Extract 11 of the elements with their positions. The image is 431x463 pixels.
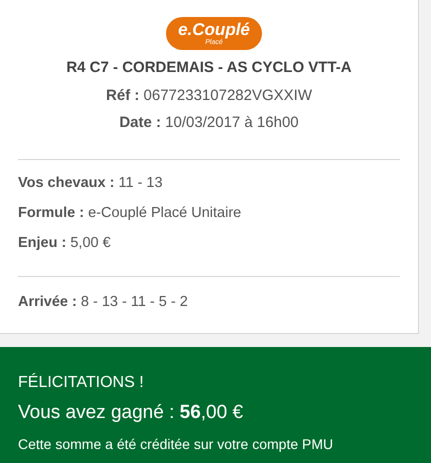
date-text: Date : 10/03/2017 à 16h00 <box>118 113 300 133</box>
reference-text: Réf : 0677233107282VGXXIW <box>105 86 313 106</box>
detail-text: Vos chevaux : 11 - 13 <box>18 174 164 192</box>
winnings-text: Vous avez gagné : 56,00 € <box>18 401 244 425</box>
congratulations-text: FÉLICITATIONS ! <box>18 372 145 393</box>
arrival-text: Arrivée : 8 - 13 - 11 - 5 - 2 <box>18 292 189 312</box>
logo-text: e.Couplé <box>178 20 250 39</box>
detail-text: Formule : e-Couplé Placé Unitaire <box>18 204 242 222</box>
credit-note: Cette somme a été créditée sur votre compte PMU <box>18 434 334 454</box>
race-title: R4 C7 - CORDEMAIS - AS CYCLO VTT-A <box>65 58 353 78</box>
detail-text: Enjeu : 5,00 € <box>18 234 112 252</box>
